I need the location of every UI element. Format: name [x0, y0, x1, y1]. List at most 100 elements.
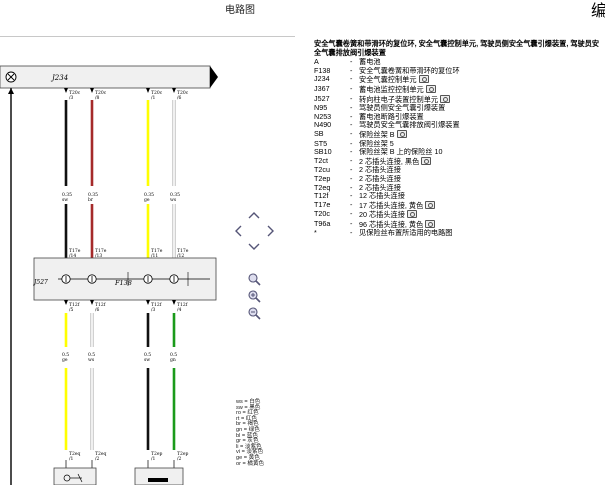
legend-panel: 安全气囊卷簧和带滑环的复位环, 安全气囊控制单元, 驾驶员侧安全气囊引爆装置, … [314, 39, 605, 238]
legend-item: * - 见保险丝布置所适用的电路图 [314, 229, 605, 238]
end-pin-label: /1 [69, 456, 74, 462]
legend-desc-text: 转向柱电子装置控制单元 [359, 94, 439, 104]
legend-item: ST5- 保险丝架 5 [314, 139, 605, 149]
zoom-in-button[interactable] [245, 287, 263, 305]
legend-item[interactable]: T20c -20 芯插头连接 [314, 210, 605, 220]
end-pin-label: /2 [177, 456, 182, 462]
legend-desc: 安全气囊卷簧和带滑环的复位环 [359, 67, 605, 76]
chevron-left-icon [235, 225, 242, 237]
legend-desc: 17 芯插头连接, 黄色 [359, 200, 605, 211]
wire-color-label: br [88, 197, 94, 203]
ground-symbol [5, 71, 17, 83]
camera-icon[interactable] [425, 219, 436, 228]
zoom-fit-button[interactable] [245, 270, 263, 288]
legend-desc: 2 芯插头连接, 黑色 [359, 156, 605, 167]
legend-desc: 保险丝架 B [359, 129, 605, 140]
legend-dash: - [350, 228, 353, 238]
legend-desc: 96 芯插头连接, 黄色 [359, 219, 605, 230]
legend-desc-text: 保险丝架 B 上的保险丝 10 [359, 148, 443, 157]
pin-label: /5 [69, 307, 74, 313]
pin-label: /4 [177, 307, 182, 313]
camera-icon[interactable] [440, 94, 451, 103]
legend-desc: 2 芯插头连接 [359, 166, 605, 175]
legend-desc-text: 蓄电池监控控制单元 [359, 84, 424, 94]
wire-pin-label: /8 [95, 95, 100, 101]
magnifier-icon [248, 273, 261, 286]
legend-desc: 驾驶员侧安全气囊引爆装置 [359, 104, 605, 113]
legend-desc-text: 蓄电池 [359, 58, 381, 67]
legend-desc: 20 芯插头连接 [359, 210, 605, 220]
legend-item: T2eq -2 芯插头连接 [314, 183, 605, 193]
camera-icon[interactable] [396, 129, 407, 138]
end-pin-label: /1 [151, 456, 156, 462]
legend-item[interactable]: T2ct -2 芯插头连接, 黑色 [314, 156, 605, 167]
pin-label: /6 [95, 307, 100, 313]
pin-label: /3 [151, 307, 156, 313]
wire-pin-label: /1 [151, 95, 156, 101]
legend-item: T2cu -2 芯插头连接 [314, 166, 605, 175]
legend-desc: 转向柱电子装置控制单元 [359, 94, 605, 105]
legend-desc-text: 见保险丝布置所适用的电路图 [359, 229, 453, 238]
end-pin-label: /2 [95, 456, 100, 462]
legend-desc: 2 芯插头连接 [359, 175, 605, 184]
wire-color-key: ws = 白色 sw = 黑色 ro = 红色 rt = 红色 br = 褐色 gn = … [236, 399, 296, 467]
pan-right-button[interactable] [262, 222, 280, 240]
pan-down-button[interactable] [245, 238, 263, 256]
legend-desc-text: 17 芯插头连接, 黄色 [359, 200, 424, 210]
legend-desc: 2 芯插头连接 [359, 184, 605, 193]
j234-label: J234 [50, 74, 68, 82]
chevron-up-icon [248, 212, 260, 219]
wire-color-label: ge [144, 198, 150, 203]
wire-color-label: gn [170, 358, 176, 363]
legend-desc-text: 2 芯插头连接 [359, 183, 401, 192]
legend-item: N95- 驾驶员侧安全气囊引爆装置 [314, 104, 605, 113]
legend-item[interactable]: T96a -96 芯插头连接, 黄色 [314, 218, 605, 230]
legend-desc-text: 驾驶员侧安全气囊引爆装置 [359, 104, 446, 113]
legend-desc-text: 20 芯插头连接 [359, 210, 405, 220]
zoom-out-button[interactable] [245, 304, 263, 322]
pan-up-button[interactable] [245, 206, 263, 224]
camera-icon[interactable] [418, 75, 429, 84]
color-key-entry: or = 橘黄色 [236, 460, 265, 467]
legend-item[interactable]: J527- 转向柱电子装置控制单元 [314, 94, 605, 105]
legend-code: * [314, 228, 317, 238]
j527-label: J527 [32, 279, 48, 286]
legend-item[interactable]: T17e -17 芯插头连接, 黄色 [314, 200, 605, 211]
legend-item[interactable]: SB - 保险丝架 B [314, 129, 605, 140]
legend-desc: 蓄电池监控控制单元 [359, 84, 605, 95]
legend-desc-text: 安全气囊卷簧和带滑环的复位环 [359, 66, 460, 75]
legend-desc-text: 驾驶员安全气囊排放阀引爆装置 [359, 121, 460, 130]
legend-desc-text: 2 芯插头连接, 黑色 [359, 156, 420, 166]
legend-desc: 保险丝架 B 上的保险丝 10 [359, 148, 605, 157]
edit-button[interactable]: 编 [591, 0, 605, 21]
t2eq-connector [53, 467, 97, 485]
camera-icon[interactable] [425, 84, 436, 93]
camera-icon[interactable] [406, 210, 417, 219]
legend-code: T96a [314, 218, 331, 228]
legend-item: T2ep -2 芯插头连接 [314, 174, 605, 184]
zoom-out-icon [248, 307, 261, 320]
t2ep-connector [134, 467, 184, 485]
legend-desc-text: 2 芯插头连接 [359, 166, 401, 175]
camera-icon[interactable] [425, 200, 436, 209]
wire-color-label: ws [88, 358, 95, 363]
legend-item[interactable]: J234- 安全气囊控制单元 [314, 75, 605, 85]
zoom-in-icon [248, 290, 261, 303]
legend-desc-text: 2 芯插头连接 [359, 174, 401, 183]
legend-item: F138- 安全气囊卷簧和带滑环的复位环 [314, 66, 605, 76]
legend-desc-text: 保险丝架 B [359, 129, 395, 139]
wire-color-label: sw [144, 358, 150, 363]
legend-title: 安全气囊卷簧和带滑环的复位环, 安全气囊控制单元, 驾驶员侧安全气囊引爆装置, … [314, 39, 600, 57]
legend-item: A - 蓄电池 [314, 58, 605, 67]
legend-desc-text: 安全气囊控制单元 [359, 75, 417, 85]
legend-desc: 驾驶员安全气囊排放阀引爆装置 [359, 121, 605, 130]
wire-pin-label: /6 [177, 95, 182, 101]
legend-item[interactable]: J367- 蓄电池监控控制单元 [314, 84, 605, 95]
camera-icon[interactable] [421, 156, 432, 165]
chevron-right-icon [267, 225, 274, 237]
legend-desc: 见保险丝布置所适用的电路图 [359, 229, 605, 238]
legend-desc: 蓄电池 [359, 58, 605, 67]
wire-color-label: ws [170, 198, 177, 203]
legend-desc-text: 96 芯插头连接, 黄色 [359, 219, 424, 229]
wire-pin-label: /3 [69, 95, 74, 101]
